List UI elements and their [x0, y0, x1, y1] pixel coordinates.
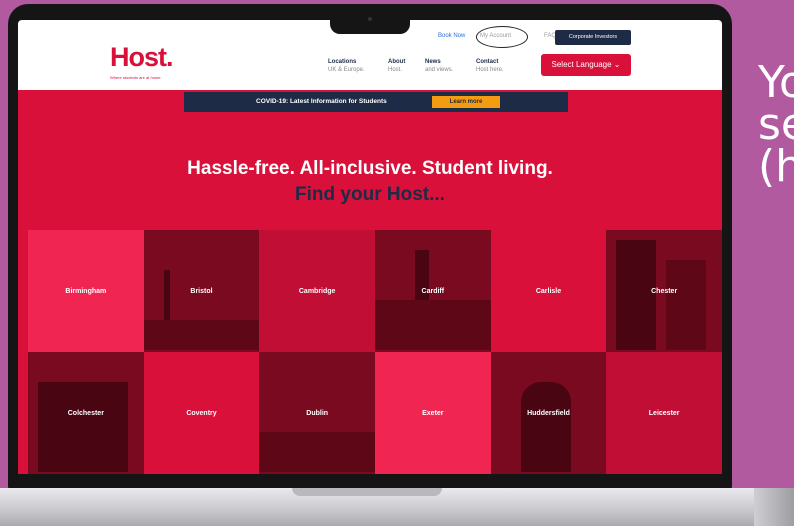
- camera-icon: [368, 17, 372, 21]
- hero-subtitle: Find your Host...: [295, 184, 445, 205]
- city-label: Colchester: [67, 409, 104, 417]
- logo-tagline: Where students are at home.: [110, 75, 162, 80]
- nav-about[interactable]: About Host.: [388, 58, 405, 74]
- city-label: Birmingham: [65, 287, 107, 295]
- city-tile-coventry[interactable]: Coventry: [143, 352, 260, 474]
- city-tile-cardiff[interactable]: Cardiff: [374, 230, 491, 352]
- nav-subtitle: Host here.: [476, 67, 504, 73]
- corporate-investors-button[interactable]: Corporate Investors: [555, 30, 631, 45]
- hero-title: Hassle-free. All-inclusive. Student livi…: [187, 158, 553, 179]
- nav-subtitle: UK & Europe.: [328, 67, 365, 73]
- nav-locations[interactable]: Locations UK & Europe.: [328, 58, 365, 74]
- city-label: Coventry: [186, 409, 217, 417]
- my-account-highlight-circle: [476, 26, 528, 48]
- nav-title: Locations: [328, 59, 357, 65]
- nav-title: Contact: [476, 59, 499, 65]
- nav-title: News: [425, 59, 441, 65]
- city-tile-chester[interactable]: Chester: [606, 230, 722, 352]
- city-label: Huddersfield: [527, 409, 570, 417]
- city-label: Chester: [651, 287, 678, 295]
- city-tile-leicester[interactable]: Leicester: [606, 352, 722, 474]
- side-caption-text: Yo se (h: [758, 62, 794, 188]
- city-tile-exeter[interactable]: Exeter: [374, 352, 491, 474]
- covid-banner-text: COVID-19: Latest Information for Student…: [256, 98, 387, 105]
- browser-screen: Host. Where students are at home. Book N…: [18, 20, 722, 474]
- camera-notch: [330, 4, 410, 34]
- base-groove: [292, 488, 442, 496]
- select-language-button[interactable]: Select Language ⌄: [541, 54, 631, 76]
- nav-news[interactable]: News and views.: [425, 58, 453, 74]
- city-tile-birmingham[interactable]: Birmingham: [28, 230, 144, 352]
- city-grid: Birmingham Bristol Cambridge Cardiff Car…: [28, 230, 722, 474]
- city-label: Carlisle: [535, 287, 562, 295]
- laptop-base: [0, 488, 794, 526]
- city-label: Dublin: [306, 409, 329, 417]
- learn-more-button[interactable]: Learn more: [432, 96, 500, 108]
- city-label: Exeter: [422, 409, 444, 417]
- city-label: Cambridge: [298, 287, 336, 295]
- city-tile-carlisle[interactable]: Carlisle: [490, 230, 607, 352]
- city-label: Leicester: [648, 409, 680, 417]
- city-tile-dublin[interactable]: Dublin: [259, 352, 375, 474]
- city-tile-bristol[interactable]: Bristol: [143, 230, 260, 352]
- city-label: Bristol: [190, 287, 213, 295]
- covid-banner: COVID-19: Latest Information for Student…: [184, 92, 568, 112]
- base-edge: [754, 488, 794, 526]
- laptop-frame: Host. Where students are at home. Book N…: [8, 4, 732, 492]
- host-logo[interactable]: Host.: [110, 42, 173, 73]
- nav-subtitle: and views.: [425, 67, 454, 73]
- nav-contact[interactable]: Contact Host here.: [476, 58, 504, 74]
- nav-subtitle: Host.: [388, 67, 403, 73]
- city-tile-colchester[interactable]: Colchester: [28, 352, 144, 474]
- city-label: Cardiff: [421, 287, 445, 295]
- nav-title: About: [388, 59, 406, 65]
- city-tile-cambridge[interactable]: Cambridge: [259, 230, 375, 352]
- book-now-link[interactable]: Book Now: [438, 33, 465, 39]
- city-tile-huddersfield[interactable]: Huddersfield: [490, 352, 607, 474]
